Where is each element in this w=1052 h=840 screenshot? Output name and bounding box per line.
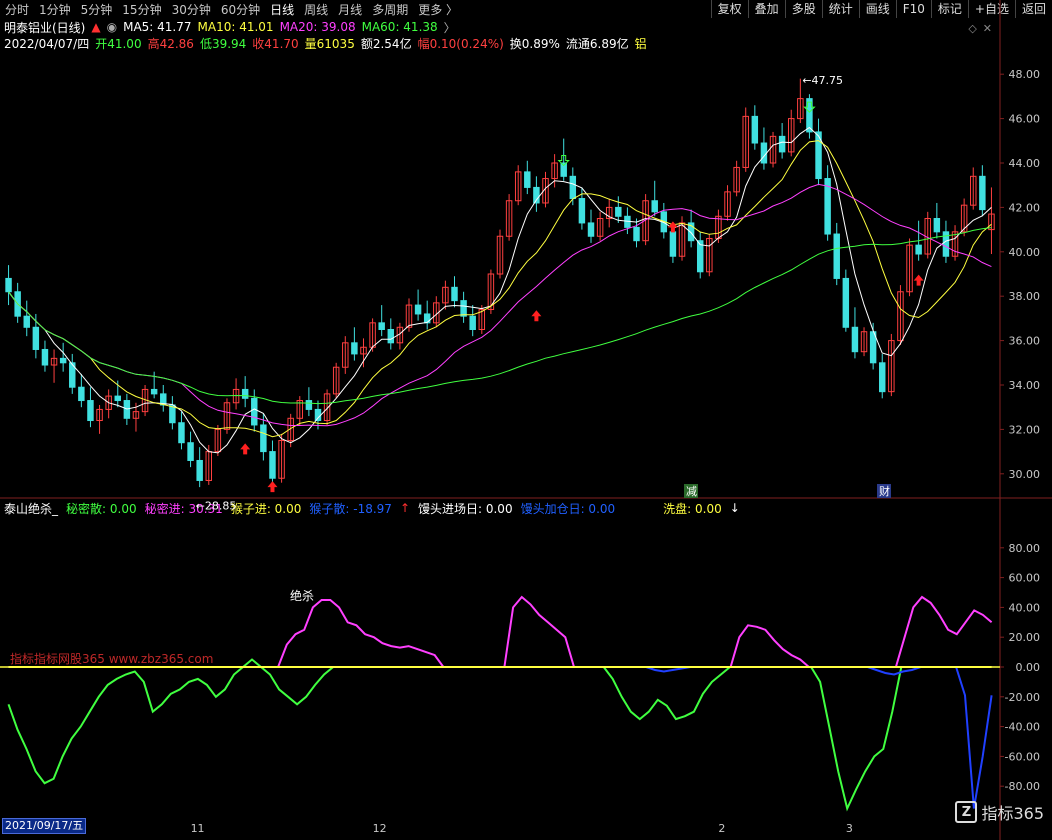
ind-y-tick-label-2: 40.00 xyxy=(1009,601,1041,614)
buy-arrow-icon xyxy=(267,481,278,493)
y-tick-label-2: 34.00 xyxy=(1009,379,1041,392)
candle-body xyxy=(241,388,249,399)
candle-body xyxy=(633,226,640,242)
jian-label: 减 xyxy=(686,485,697,498)
candle-body xyxy=(87,400,94,422)
candle-body xyxy=(178,422,185,444)
candle-body xyxy=(451,286,458,302)
x-tick-label-1: 12 xyxy=(373,822,387,835)
candle-body xyxy=(260,424,267,453)
y-tick-label-1: 32.00 xyxy=(1009,423,1041,436)
candle-body xyxy=(5,277,12,293)
candle-body xyxy=(305,400,313,410)
candle-body xyxy=(778,135,786,153)
y-tick-label-3: 36.00 xyxy=(1009,335,1041,348)
candle-body xyxy=(842,277,850,328)
x-tick-label-3: 3 xyxy=(846,822,853,835)
candlestick-chart[interactable]: 30.0032.0034.0036.0038.0040.0042.0044.00… xyxy=(0,0,1052,840)
high-price-label: ←47.75 xyxy=(802,74,843,87)
ind-y-tick-label-7: -60.00 xyxy=(1005,750,1040,763)
candle-body xyxy=(351,342,358,355)
y-tick-label-6: 42.00 xyxy=(1009,201,1041,214)
candle-body xyxy=(314,408,322,422)
candle-body xyxy=(78,386,85,402)
candle-body xyxy=(933,218,941,233)
candle-body xyxy=(578,198,586,224)
candle-body xyxy=(879,362,886,393)
candle-body xyxy=(469,315,476,330)
cai-label: 财 xyxy=(879,484,890,498)
mimi-san-line xyxy=(7,658,992,812)
y-tick-label-9: 48.00 xyxy=(1009,68,1041,81)
candle-body xyxy=(524,171,531,188)
candle-body xyxy=(269,451,276,479)
candle-body xyxy=(569,175,577,200)
y-tick-label-5: 40.00 xyxy=(1009,246,1041,259)
y-tick-label-7: 44.00 xyxy=(1009,157,1041,170)
watermark-text: 指标指标网股365 www.zbz365.com xyxy=(10,652,214,666)
low-price-label: ←28.85 xyxy=(196,499,237,512)
candle-body xyxy=(669,231,677,257)
y-tick-label-8: 46.00 xyxy=(1009,113,1041,126)
candle-body xyxy=(32,326,40,350)
buy-arrow-icon xyxy=(240,443,251,455)
ind-y-tick-label-5: -20.00 xyxy=(1005,691,1040,704)
logo-mark-icon: Z xyxy=(955,801,978,823)
buy-arrow-icon xyxy=(913,274,924,286)
houzi-san-line xyxy=(8,666,993,809)
candle-body xyxy=(979,175,986,211)
candle-body xyxy=(114,395,121,402)
y-tick-label-4: 38.00 xyxy=(1009,290,1041,303)
candle-body xyxy=(59,357,67,364)
candle-body xyxy=(414,304,422,315)
candle-body xyxy=(251,397,258,426)
candle-body xyxy=(915,244,922,255)
ind-y-tick-label-6: -40.00 xyxy=(1005,721,1040,734)
candle-body xyxy=(760,142,768,164)
candle-body xyxy=(751,115,759,144)
x-tick-label-2: 2 xyxy=(718,822,725,835)
logo-text: 指标365 xyxy=(981,804,1044,823)
candle-body xyxy=(423,313,431,324)
y-tick-label-0: 30.00 xyxy=(1009,468,1041,481)
x-tick-label-0: 11 xyxy=(191,822,205,835)
candle-body xyxy=(615,206,622,217)
date-cursor-label: 2021/09/17/五 xyxy=(2,818,87,834)
candle-body xyxy=(651,200,658,213)
candle-body xyxy=(833,233,840,279)
buy-arrow-icon xyxy=(531,310,542,322)
ind-y-tick-label-1: 60.00 xyxy=(1009,572,1041,585)
ind-y-tick-label-4: 0.00 xyxy=(1016,661,1041,674)
candle-body xyxy=(41,348,49,366)
candle-body xyxy=(23,315,30,328)
candle-body xyxy=(187,442,194,461)
juesha-label: 绝杀 xyxy=(290,588,314,603)
ind-y-tick-label-3: 20.00 xyxy=(1009,631,1041,644)
candle-body xyxy=(460,300,467,317)
candle-body xyxy=(387,329,395,344)
candle-body xyxy=(196,459,203,481)
candle-body xyxy=(851,326,859,353)
ind-y-tick-label-8: -80.00 xyxy=(1005,780,1040,793)
brand-logo: Z 指标365 xyxy=(955,800,1044,824)
candle-body xyxy=(150,388,158,395)
candle-body xyxy=(587,222,595,237)
ind-y-tick-label-0: 80.00 xyxy=(1009,542,1041,555)
candle-body xyxy=(378,322,385,330)
